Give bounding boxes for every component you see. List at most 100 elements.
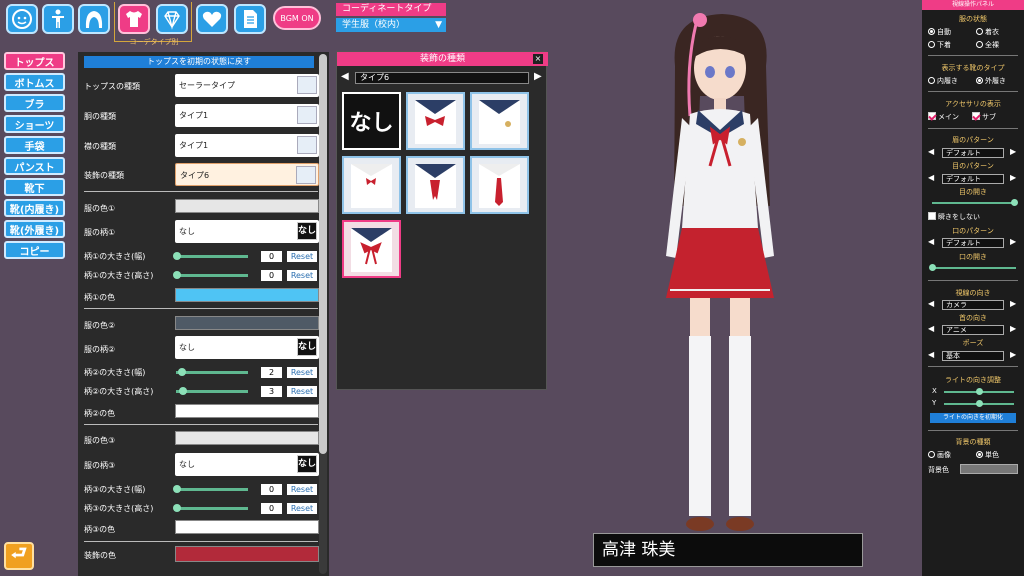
bg-color-swatch[interactable] [960, 464, 1018, 474]
pw1-value[interactable]: 0 [261, 251, 282, 262]
pcolor2-swatch[interactable] [175, 404, 319, 418]
ph2-slider[interactable] [176, 387, 248, 395]
ph2-value[interactable]: 3 [261, 386, 282, 397]
slider-knob[interactable] [173, 252, 181, 260]
tab-shorts[interactable]: ショーツ [4, 115, 65, 133]
pw2-slider[interactable] [176, 368, 248, 376]
bg-solid-radio[interactable]: 単色 [976, 450, 999, 460]
coordinate-type-select[interactable]: 学生服（校内） ▼ [336, 18, 446, 32]
deco-option-thumbnail[interactable] [470, 156, 529, 214]
slider-knob[interactable] [929, 264, 936, 271]
pcolor3-swatch[interactable] [175, 520, 319, 534]
prev-arrow-icon[interactable]: ◀ [928, 147, 934, 156]
tab-socks[interactable]: 靴下 [4, 178, 65, 196]
gaze-select[interactable]: カメラ [942, 300, 1004, 310]
outdoor-shoes-radio[interactable]: 外履き [976, 76, 1006, 86]
deco-option-thumbnail[interactable] [406, 92, 465, 150]
deco-type-field[interactable]: タイプ6 [175, 163, 319, 186]
pw2-value[interactable]: 2 [261, 367, 282, 378]
slider-knob[interactable] [976, 388, 983, 395]
next-arrow-icon[interactable]: ▶ [1010, 299, 1016, 308]
pw1-slider[interactable] [173, 252, 248, 260]
slider-knob[interactable] [173, 271, 181, 279]
indoor-shoes-radio[interactable]: 内履き [928, 76, 958, 86]
body-icon[interactable] [42, 4, 74, 34]
collar-type-field[interactable]: タイプ1 [175, 134, 319, 157]
face-icon[interactable] [6, 4, 38, 34]
tab-bra[interactable]: ブラ [4, 94, 65, 112]
eye-select[interactable]: デフォルト [942, 174, 1004, 184]
hair-icon[interactable] [78, 4, 110, 34]
pw3-reset-button[interactable]: Reset [287, 484, 317, 495]
ph1-slider[interactable] [173, 271, 248, 279]
pose-select[interactable]: 基本 [942, 351, 1004, 361]
pattern1-field[interactable]: なし なし [175, 220, 319, 243]
prev-arrow-icon[interactable]: ◀ [928, 299, 934, 308]
deco-option-thumbnail[interactable] [342, 156, 401, 214]
clothes-dressed-radio[interactable]: 着衣 [976, 27, 999, 37]
bgm-toggle-button[interactable]: BGM ON [273, 6, 321, 30]
tab-tops[interactable]: トップス [4, 52, 65, 70]
heart-icon[interactable] [196, 4, 228, 34]
blink-checkbox[interactable]: 瞬きをしない [928, 212, 980, 222]
next-arrow-icon[interactable]: ▶ [534, 71, 542, 82]
pattern3-field[interactable]: なし なし [175, 453, 319, 476]
panel-scrollbar[interactable] [319, 54, 327, 574]
deco-option-selected[interactable] [342, 220, 401, 278]
slider-knob[interactable] [1011, 199, 1018, 206]
next-arrow-icon[interactable]: ▶ [1010, 237, 1016, 246]
light-reset-button[interactable]: ライトの向きを初期化 [930, 413, 1016, 423]
ph3-value[interactable]: 0 [261, 503, 282, 514]
acc-main-checkbox[interactable]: メイン [928, 112, 959, 122]
next-arrow-icon[interactable]: ▶ [1010, 147, 1016, 156]
eyebrow-select[interactable]: デフォルト [942, 148, 1004, 158]
slider-knob[interactable] [179, 387, 187, 395]
close-icon[interactable]: × [533, 54, 543, 64]
color2-swatch[interactable] [175, 316, 319, 330]
clothes-underwear-radio[interactable]: 下着 [928, 40, 951, 50]
eye-open-slider[interactable] [932, 202, 1016, 204]
decocolor-swatch[interactable] [175, 546, 319, 562]
slider-knob[interactable] [976, 400, 983, 407]
next-arrow-icon[interactable]: ▶ [1010, 324, 1016, 333]
pw3-slider[interactable] [173, 485, 248, 493]
next-arrow-icon[interactable]: ▶ [1010, 173, 1016, 182]
ph1-reset-button[interactable]: Reset [287, 270, 317, 281]
tab-outdoor-shoes[interactable]: 靴(外履き) [4, 220, 65, 238]
mouth-open-slider[interactable] [932, 267, 1016, 269]
body-type-field[interactable]: タイプ1 [175, 104, 319, 127]
deco-option-none[interactable]: なし [342, 92, 401, 150]
color3-swatch[interactable] [175, 431, 319, 445]
tab-indoor-shoes[interactable]: 靴(内履き) [4, 199, 65, 217]
document-icon[interactable] [234, 4, 266, 34]
ph1-value[interactable]: 0 [261, 270, 282, 281]
scrollbar-thumb[interactable] [319, 54, 327, 454]
prev-arrow-icon[interactable]: ◀ [928, 324, 934, 333]
mouth-select[interactable]: デフォルト [942, 238, 1004, 248]
deco-option-thumbnail[interactable] [470, 92, 529, 150]
neck-select[interactable]: アニメ [942, 325, 1004, 335]
slider-knob[interactable] [173, 485, 181, 493]
deco-option-thumbnail[interactable] [406, 156, 465, 214]
ph3-reset-button[interactable]: Reset [287, 503, 317, 514]
reset-tops-button[interactable]: トップスを初期の状態に戻す [84, 56, 314, 68]
pw2-reset-button[interactable]: Reset [287, 367, 317, 378]
tab-bottoms[interactable]: ボトムス [4, 73, 65, 91]
color1-swatch[interactable] [175, 199, 319, 213]
prev-arrow-icon[interactable]: ◀ [928, 350, 934, 359]
pw3-value[interactable]: 0 [261, 484, 282, 495]
prev-arrow-icon[interactable]: ◀ [341, 71, 349, 82]
next-arrow-icon[interactable]: ▶ [1010, 350, 1016, 359]
tops-type-field[interactable]: セーラータイプ [175, 74, 319, 97]
tab-copy[interactable]: コピー [4, 241, 65, 259]
acc-sub-checkbox[interactable]: サブ [972, 112, 996, 122]
slider-knob[interactable] [178, 368, 186, 376]
pcolor1-swatch[interactable] [175, 288, 319, 302]
back-button[interactable]: ⮐ [4, 542, 34, 570]
clothing-icon[interactable] [118, 4, 150, 34]
ph3-slider[interactable] [173, 504, 248, 512]
slider-knob[interactable] [173, 504, 181, 512]
clothes-nude-radio[interactable]: 全裸 [976, 40, 999, 50]
prev-arrow-icon[interactable]: ◀ [928, 173, 934, 182]
ph2-reset-button[interactable]: Reset [287, 386, 317, 397]
